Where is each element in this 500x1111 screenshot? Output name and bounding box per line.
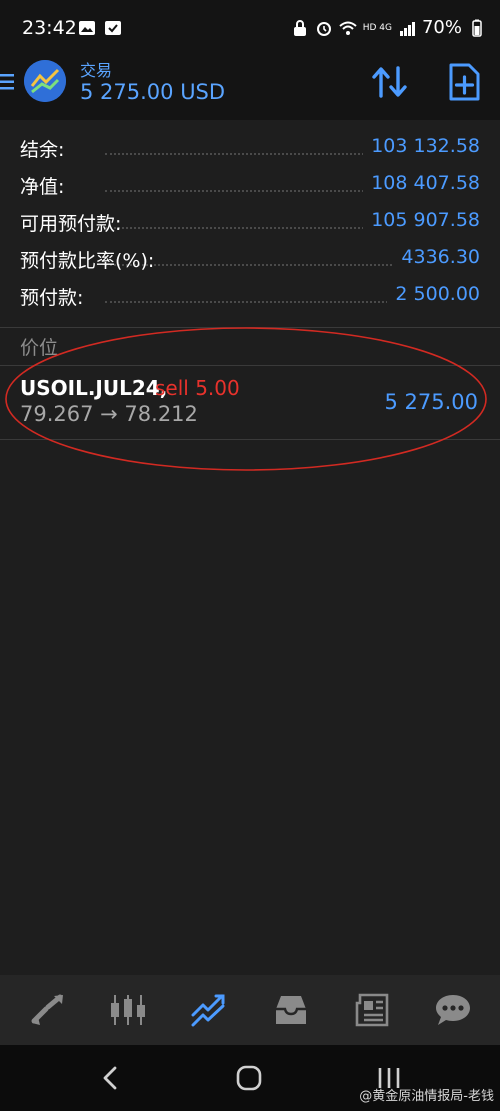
status-bar: 23:42 HD 4G 70% xyxy=(0,0,500,56)
account-summary: 结余: 103 132.58 净值: 108 407.58 可用预付款: 105… xyxy=(0,130,500,315)
messages-icon xyxy=(436,995,471,1025)
summary-row-margin-level: 预付款比率(%): 4336.30 xyxy=(0,241,500,278)
summary-label: 净值: xyxy=(20,176,65,198)
trade-icon xyxy=(191,994,225,1027)
battery-icon xyxy=(472,19,482,37)
summary-value: 2 500.00 xyxy=(387,283,480,305)
summary-row-equity: 净值: 108 407.58 xyxy=(0,167,500,204)
signal-icon xyxy=(399,21,415,36)
header-profit: 5 275.00 USD xyxy=(80,80,226,104)
summary-label: 结余: xyxy=(20,139,65,161)
system-nav-bar: @黄金原油情报局-老钱 xyxy=(0,1045,500,1111)
new-order-icon[interactable] xyxy=(446,62,482,102)
alarm-icon xyxy=(316,21,331,36)
nav-history[interactable] xyxy=(267,986,315,1034)
nav-news[interactable] xyxy=(348,986,396,1034)
summary-value: 103 132.58 xyxy=(363,135,480,157)
status-right: HD 4G 70% xyxy=(291,17,486,38)
nav-quotes[interactable] xyxy=(23,986,71,1034)
notification-icons xyxy=(78,19,122,37)
summary-row-balance: 结余: 103 132.58 xyxy=(0,130,500,167)
divider xyxy=(0,439,500,440)
summary-value: 108 407.58 xyxy=(363,172,480,194)
quotes-icon xyxy=(31,994,63,1025)
nav-messages[interactable] xyxy=(429,986,477,1034)
check-icon xyxy=(105,21,121,35)
watermark-text: @黄金原油情报局-老钱 xyxy=(359,1089,494,1104)
history-icon xyxy=(275,996,306,1024)
sort-icon[interactable] xyxy=(370,64,410,100)
summary-value: 105 907.58 xyxy=(363,209,480,231)
position-profit: 5 275.00 xyxy=(384,390,478,414)
news-icon xyxy=(355,993,389,1027)
summary-label: 预付款: xyxy=(20,287,84,309)
lock-icon xyxy=(293,19,306,36)
position-symbol: USOIL.JUL24, xyxy=(20,376,168,400)
position-side: sell 5.00 xyxy=(155,376,240,400)
network-type: HD 4G xyxy=(362,22,392,33)
summary-label: 可用预付款: xyxy=(20,213,122,235)
back-icon[interactable] xyxy=(96,1063,126,1093)
summary-label: 预付款比率(%): xyxy=(20,250,155,272)
bottom-nav xyxy=(0,975,500,1045)
position-prices: 79.267 → 78.212 xyxy=(20,402,198,426)
battery-level: 70% xyxy=(421,17,462,38)
nav-chart[interactable] xyxy=(104,986,152,1034)
summary-row-free-margin: 可用预付款: 105 907.58 xyxy=(0,204,500,241)
home-icon[interactable] xyxy=(234,1063,264,1093)
positions-section-label: 价位 xyxy=(20,337,59,359)
app-logo[interactable] xyxy=(24,60,66,102)
divider xyxy=(0,327,500,328)
status-time: 23:42 xyxy=(22,17,77,39)
page-title: 交易 xyxy=(80,61,113,80)
app-header: 交易 5 275.00 USD xyxy=(0,56,500,120)
summary-value: 4336.30 xyxy=(393,246,480,268)
position-row[interactable]: USOIL.JUL24, sell 5.00 79.267 → 78.212 5… xyxy=(0,366,500,438)
image-icon xyxy=(79,21,95,35)
menu-icon[interactable] xyxy=(0,72,16,92)
wifi-icon xyxy=(339,21,357,35)
chart-icon xyxy=(110,995,145,1025)
summary-row-margin: 预付款: 2 500.00 xyxy=(0,278,500,315)
nav-trade[interactable] xyxy=(185,986,233,1034)
